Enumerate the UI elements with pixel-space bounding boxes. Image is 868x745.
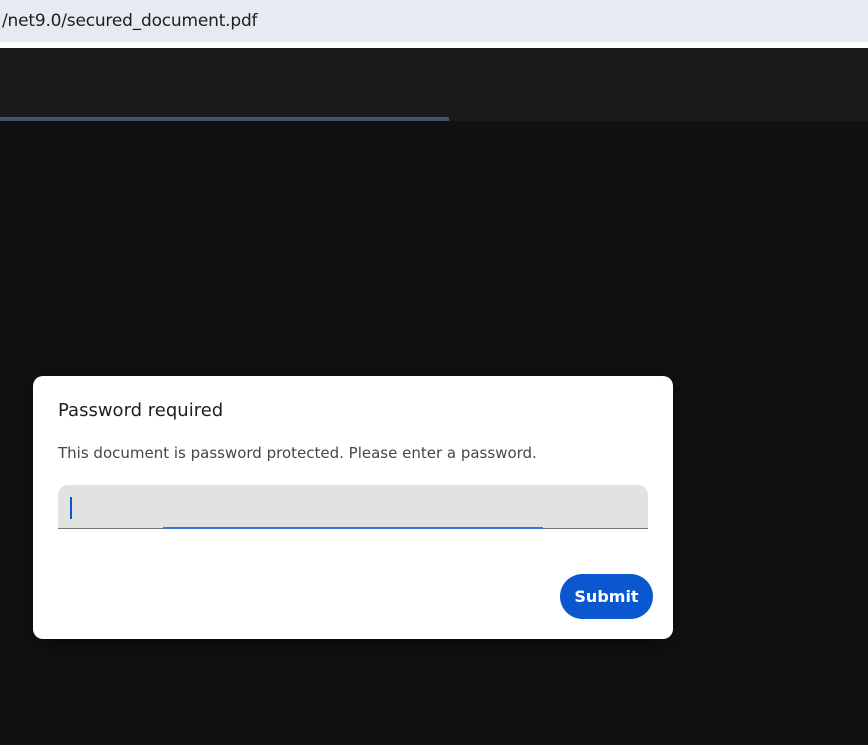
password-input[interactable]: [58, 485, 648, 529]
address-url[interactable]: /net9.0/secured_document.pdf: [2, 11, 258, 31]
field-focus-indicator: [163, 527, 543, 529]
dialog-message: This document is password protected. Ple…: [58, 444, 537, 462]
address-bar[interactable]: /net9.0/secured_document.pdf: [0, 0, 868, 42]
dialog-title: Password required: [58, 400, 224, 421]
text-caret: [70, 497, 72, 519]
submit-button[interactable]: Submit: [560, 574, 653, 619]
pdf-viewer-toolbar: [0, 48, 868, 121]
password-dialog: Password required This document is passw…: [33, 376, 673, 639]
